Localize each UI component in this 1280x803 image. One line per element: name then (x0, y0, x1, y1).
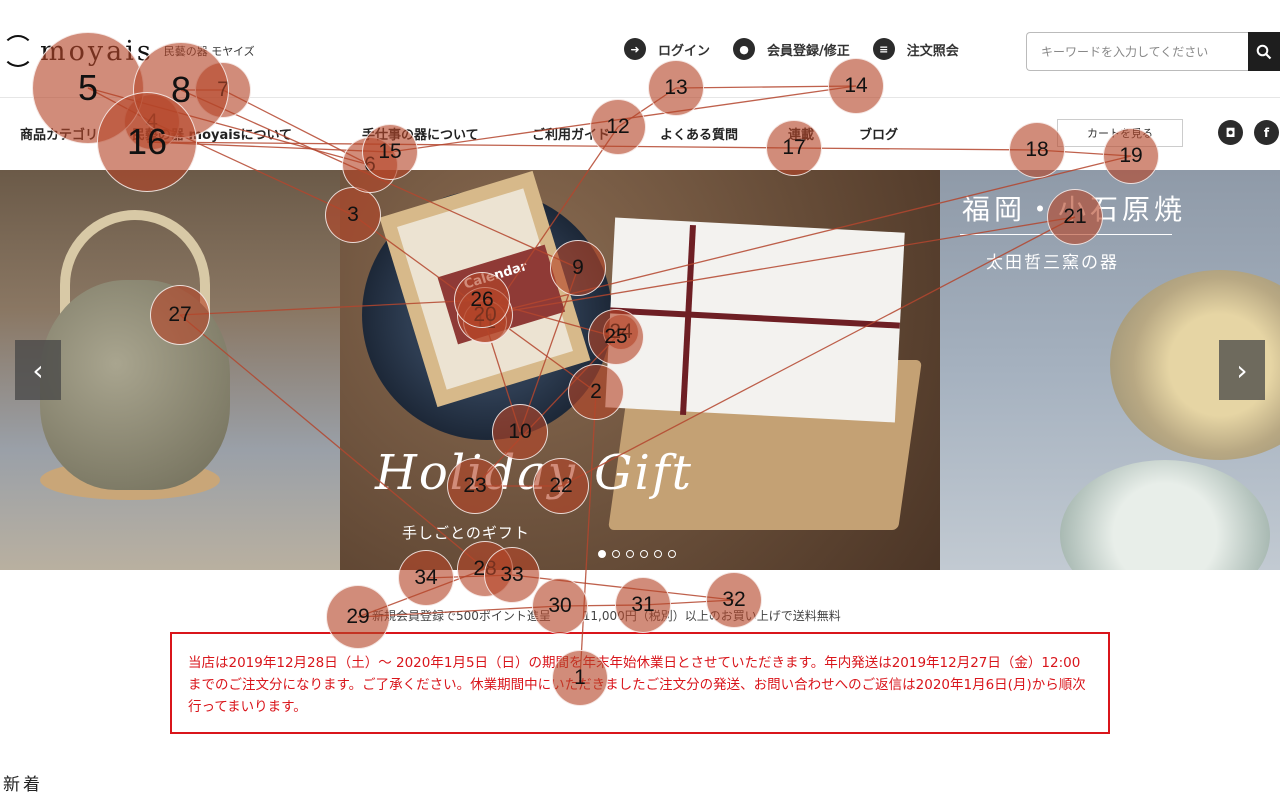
teapot-shape (40, 280, 230, 490)
promo-signup-bonus[interactable]: 新規会員登録で500ポイント進呈 (372, 609, 551, 623)
search-button[interactable] (1248, 32, 1280, 71)
gaze-fixation-marker: 30 (532, 578, 588, 634)
gaze-fixation-marker: 31 (615, 577, 671, 633)
hero-script-title: Holiday Gift (375, 445, 693, 501)
order-inquiry-label: 注文照会 (906, 43, 959, 59)
nav-item-blog[interactable]: ブログ (859, 124, 898, 143)
next-slide-divider (960, 234, 1172, 235)
login-label: ログイン (658, 43, 711, 59)
nav-item-categories[interactable]: 商品カテゴリ (20, 124, 98, 143)
logo-mark-icon (2, 35, 34, 67)
slider-dot[interactable] (668, 550, 676, 558)
hero-slider: Calendar Holiday Gift 手しごとのギフト 福岡・小石原焼 太… (0, 170, 1280, 570)
next-slide-title: 福岡・小石原焼 (962, 193, 1187, 226)
promo-free-shipping[interactable]: 11,000円（税別）以上のお買い上げで送料無料 (583, 609, 841, 623)
nav-item-about[interactable]: 民藝の器 moyaisについて (132, 124, 292, 143)
bowl-shape-2 (1060, 460, 1270, 570)
logo[interactable]: moyais 民藝の器 モヤイズ (0, 33, 255, 69)
logo-subtitle: 民藝の器 モヤイズ (163, 45, 255, 58)
user-icon: ● (733, 38, 756, 60)
register-label: 会員登録/修正 (767, 43, 850, 59)
nav-item-faq[interactable]: よくある質問 (660, 124, 738, 143)
gaze-saccade-line (511, 574, 735, 601)
list-icon: ≡ (872, 38, 895, 60)
new-arrivals-heading: 新着 (3, 775, 43, 795)
login-icon: ➜ (624, 38, 646, 60)
calendar-label: Calendar (437, 244, 566, 345)
slider-dots (598, 550, 682, 558)
gaze-saccade-line (425, 574, 513, 579)
slider-dot[interactable] (612, 550, 620, 558)
slider-dot[interactable] (598, 550, 606, 558)
slider-next-button[interactable]: › (1219, 340, 1265, 400)
search-icon (1256, 44, 1272, 59)
holiday-notice: 当店は2019年12月28日（土）～ 2020年1月5日（日）の期間を年末年始休… (170, 632, 1110, 734)
promo-line: 新規会員登録で500ポイント進呈 11,000円（税別）以上のお買い上げで送料無… (372, 607, 869, 624)
header-links: ➜ ログイン ● 会員登録/修正 ≡ 注文照会 (624, 38, 982, 60)
logo-text: moyais (40, 35, 154, 67)
nav-item-handcraft[interactable]: 手仕事の器について (362, 124, 479, 143)
slide-current-image[interactable]: Calendar Holiday Gift 手しごとのギフト (340, 170, 940, 570)
register-link[interactable]: ● 会員登録/修正 (733, 38, 850, 60)
main-nav: 商品カテゴリ 民藝の器 moyaisについて 手仕事の器について ご利用ガイド … (0, 99, 1280, 169)
login-link[interactable]: ➜ ログイン (624, 38, 710, 60)
search-bar (1026, 32, 1280, 71)
chevron-left-icon: ‹ (32, 353, 44, 387)
nav-item-series[interactable]: 連載 (788, 124, 814, 143)
gaze-saccade-line (559, 604, 644, 607)
instagram-icon[interactable]: ◘ (1218, 120, 1243, 145)
next-slide-subtitle: 太田哲三窯の器 (986, 253, 1119, 273)
calendar-card-inner: Calendar (397, 188, 573, 390)
slider-dot[interactable] (626, 550, 634, 558)
slider-dot[interactable] (640, 550, 648, 558)
holiday-notice-text: 当店は2019年12月28日（土）～ 2020年1月5日（日）の期間を年末年始休… (188, 655, 1086, 715)
search-input[interactable] (1026, 32, 1248, 71)
nav-item-guide[interactable]: ご利用ガイド (532, 124, 610, 143)
order-inquiry-link[interactable]: ≡ 注文照会 (872, 38, 959, 60)
view-cart-button[interactable]: カートを見る (1057, 119, 1183, 147)
header: moyais 民藝の器 モヤイズ ➜ ログイン ● 会員登録/修正 ≡ 注文照会 (0, 0, 1280, 98)
facebook-icon[interactable]: f (1254, 120, 1279, 145)
hero-subtitle: 手しごとのギフト (402, 524, 530, 542)
chevron-right-icon: › (1236, 353, 1248, 387)
gaze-saccade-line (642, 599, 735, 606)
slider-prev-button[interactable]: ‹ (15, 340, 61, 400)
slider-dot[interactable] (654, 550, 662, 558)
